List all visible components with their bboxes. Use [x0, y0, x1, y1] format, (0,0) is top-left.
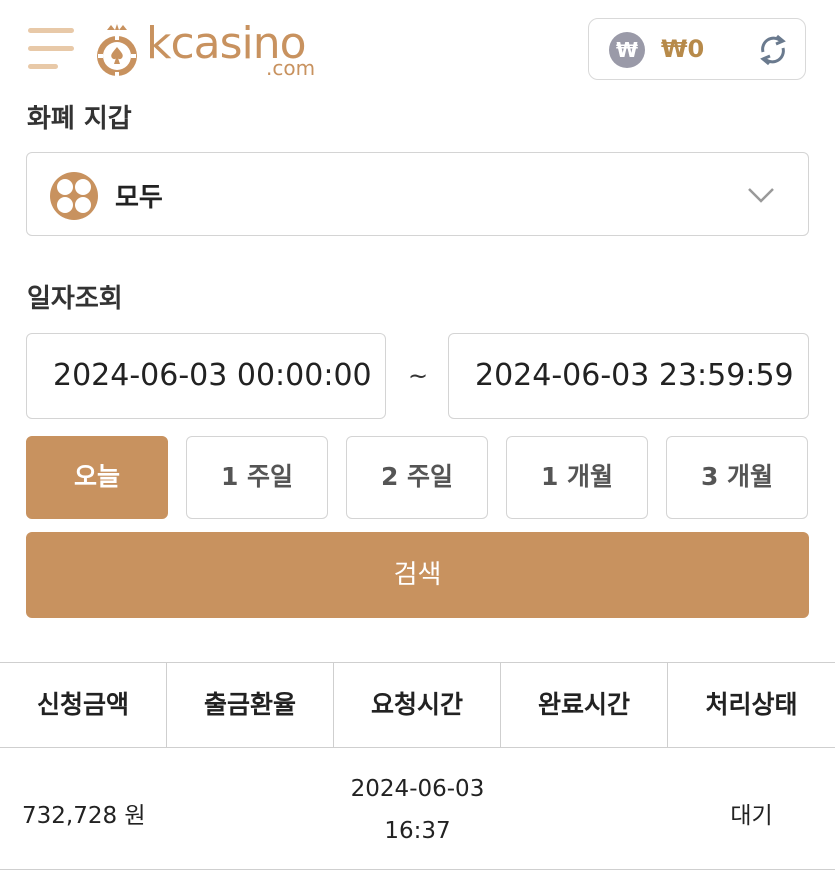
all-currencies-icon [50, 172, 98, 220]
period-1-week-button[interactable]: 1 주일 [186, 436, 328, 519]
date-section-label: 일자조회 [27, 284, 123, 314]
column-header-complete-time: 완료시간 [501, 663, 668, 747]
row-amount: 732,728 원 [22, 803, 146, 829]
column-header-rate: 출금환율 [167, 663, 334, 747]
wallet-select[interactable]: 모두 [26, 152, 809, 236]
date-separator: ~ [408, 362, 429, 390]
balance-amount: ₩0 [661, 35, 705, 63]
hamburger-menu-button[interactable] [28, 26, 76, 74]
poker-chip-icon [97, 24, 137, 76]
row-request-date: 2024-06-03 [350, 776, 485, 802]
table-row: 732,728 원 2024-06-03 16:37 대기 [0, 748, 835, 870]
site-logo[interactable]: kcasino .com [94, 16, 334, 82]
menu-line-icon [28, 28, 74, 33]
menu-line-icon [28, 64, 58, 69]
period-3-months-button[interactable]: 3 개월 [666, 436, 808, 519]
row-status: 대기 [730, 803, 773, 829]
table-header: 신청금액 출금환율 요청시간 완료시간 처리상태 [0, 662, 835, 748]
refresh-icon[interactable] [755, 32, 791, 68]
start-date-input[interactable]: 2024-06-03 00:00:00 [26, 333, 386, 419]
column-header-amount: 신청금액 [0, 663, 167, 747]
wallet-section-label: 화폐 지갑 [27, 104, 132, 134]
balance-box: ₩ ₩0 [588, 18, 806, 80]
brand-domain: .com [266, 56, 316, 80]
row-request-time: 16:37 [384, 818, 451, 844]
search-button[interactable]: 검색 [26, 532, 809, 618]
wallet-select-value: 모두 [115, 183, 163, 213]
chevron-down-icon [748, 188, 774, 203]
end-date-input[interactable]: 2024-06-03 23:59:59 [448, 333, 809, 419]
period-2-weeks-button[interactable]: 2 주일 [346, 436, 488, 519]
won-icon: ₩ [609, 32, 645, 68]
period-today-button[interactable]: 오늘 [26, 436, 168, 519]
column-header-request-time: 요청시간 [334, 663, 501, 747]
column-header-status: 처리상태 [705, 690, 798, 719]
period-1-month-button[interactable]: 1 개월 [506, 436, 648, 519]
menu-line-icon [28, 46, 74, 51]
